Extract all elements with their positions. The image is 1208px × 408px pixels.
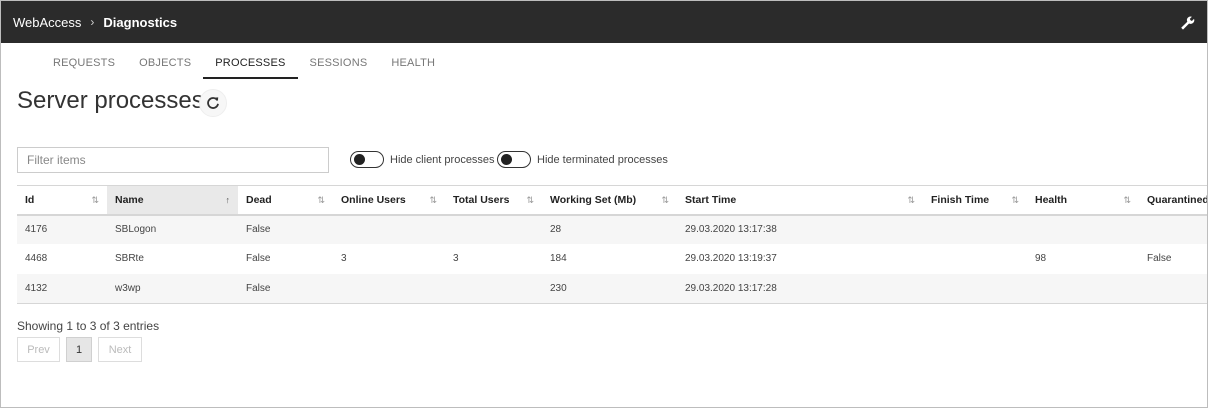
column-header-total-users[interactable]: Total Users ⇅	[445, 185, 542, 216]
table-row[interactable]: 4468 SBRte False 3 3 184 29.03.2020 13:1…	[17, 244, 1207, 274]
cell-working-set: 230	[542, 273, 677, 304]
toggle-switch[interactable]	[497, 151, 531, 168]
cell-id: 4132	[17, 273, 107, 304]
column-header-working-set[interactable]: Working Set (Mb) ⇅	[542, 185, 677, 216]
cell-online-users: 3	[341, 253, 347, 265]
processes-table: Id ⇅ Name ↑ Dead ⇅ Online Users ⇅ Total User…	[17, 185, 1207, 304]
filter-input[interactable]	[17, 147, 329, 173]
sort-icon: ⇅	[429, 195, 437, 205]
cell-quarantined: False	[1147, 253, 1172, 265]
cell-id: 4176	[25, 224, 48, 236]
page-1-button[interactable]: 1	[66, 337, 92, 362]
cell-dead: False	[246, 224, 271, 236]
refresh-button[interactable]	[199, 89, 227, 117]
sort-icon: ⇅	[1011, 195, 1019, 205]
tab-health[interactable]: HEALTH	[379, 49, 447, 79]
toggle-label: Hide terminated processes	[537, 153, 668, 166]
sort-icon: ⇅	[661, 195, 669, 205]
top-bar: WebAccess › Diagnostics	[1, 1, 1207, 43]
cell-total-users	[445, 215, 542, 245]
cell-total-users: 3	[453, 253, 459, 265]
cell-finish-time	[923, 244, 1027, 274]
table-row[interactable]: 4132 w3wp False 230 29.03.2020 13:17:28	[17, 273, 1207, 304]
column-header-quarantined[interactable]: Quarantined	[1139, 185, 1207, 216]
hide-terminated-processes-toggle[interactable]: Hide terminated processes	[497, 151, 668, 168]
refresh-icon	[207, 97, 219, 109]
sort-ascending-icon: ↑	[225, 195, 231, 205]
cell-start-time: 29.03.2020 13:17:38	[685, 224, 777, 236]
cell-dead: False	[246, 253, 271, 265]
sort-icon: ⇅	[317, 195, 325, 205]
cell-online-users	[333, 273, 445, 304]
tab-bar: REQUESTS OBJECTS PROCESSES SESSIONS HEAL…	[41, 49, 447, 79]
tab-objects[interactable]: OBJECTS	[127, 49, 203, 79]
cell-name: w3wp	[107, 273, 238, 304]
cell-finish-time	[923, 215, 1027, 245]
prev-page-button[interactable]: Prev	[17, 337, 60, 362]
wrench-icon[interactable]	[1179, 14, 1195, 30]
cell-id: 4468	[25, 253, 48, 265]
column-header-finish-time[interactable]: Finish Time ⇅	[923, 185, 1027, 216]
tab-requests[interactable]: REQUESTS	[41, 49, 127, 79]
column-header-id[interactable]: Id ⇅	[17, 185, 107, 216]
cell-working-set: 28	[550, 224, 562, 236]
cell-name: SBRte	[115, 253, 144, 265]
cell-name: SBLogon	[115, 224, 157, 236]
column-header-dead[interactable]: Dead ⇅	[238, 185, 333, 216]
cell-working-set: 184	[550, 253, 567, 265]
sort-icon: ⇅	[1123, 195, 1131, 205]
app-window: WebAccess › Diagnostics REQUESTS OBJECTS…	[0, 0, 1208, 408]
toggle-label: Hide client processes	[390, 153, 495, 166]
pagination: Prev 1 Next	[17, 337, 148, 362]
column-header-health[interactable]: Health ⇅	[1027, 185, 1139, 216]
breadcrumb-root-link[interactable]: WebAccess	[13, 15, 81, 30]
toggle-switch[interactable]	[350, 151, 384, 168]
cell-start-time: 29.03.2020 13:19:37	[685, 253, 777, 265]
column-header-online-users[interactable]: Online Users ⇅	[333, 185, 445, 216]
cell-total-users	[445, 273, 542, 304]
page-title: Server processes	[17, 87, 204, 114]
breadcrumb-current: Diagnostics	[103, 14, 178, 30]
cell-dead: False	[238, 273, 333, 304]
entries-info: Showing 1 to 3 of 3 entries	[17, 319, 160, 333]
sort-icon: ⇅	[91, 195, 99, 205]
cell-health	[1027, 215, 1139, 245]
cell-quarantined	[1139, 273, 1207, 304]
table-row[interactable]: 4176 SBLogon False 28 29.03.2020 13:17:3…	[17, 214, 1207, 245]
breadcrumb-separator-icon: ›	[90, 15, 95, 29]
next-page-button[interactable]: Next	[98, 337, 142, 362]
cell-health: 98	[1035, 253, 1047, 265]
cell-health	[1027, 273, 1139, 304]
column-header-start-time[interactable]: Start Time ⇅	[677, 185, 923, 216]
cell-finish-time	[923, 273, 1027, 304]
sort-icon: ⇅	[526, 195, 534, 205]
sort-icon: ⇅	[907, 195, 915, 205]
column-header-name[interactable]: Name ↑	[107, 185, 238, 216]
tab-processes[interactable]: PROCESSES	[203, 49, 298, 79]
table-header-row: Id ⇅ Name ↑ Dead ⇅ Online Users ⇅ Total User…	[17, 185, 1207, 216]
cell-start-time: 29.03.2020 13:17:28	[677, 273, 923, 304]
cell-quarantined	[1139, 215, 1207, 245]
cell-online-users	[333, 215, 445, 245]
tab-sessions[interactable]: SESSIONS	[298, 49, 380, 79]
hide-client-processes-toggle[interactable]: Hide client processes	[350, 151, 495, 168]
